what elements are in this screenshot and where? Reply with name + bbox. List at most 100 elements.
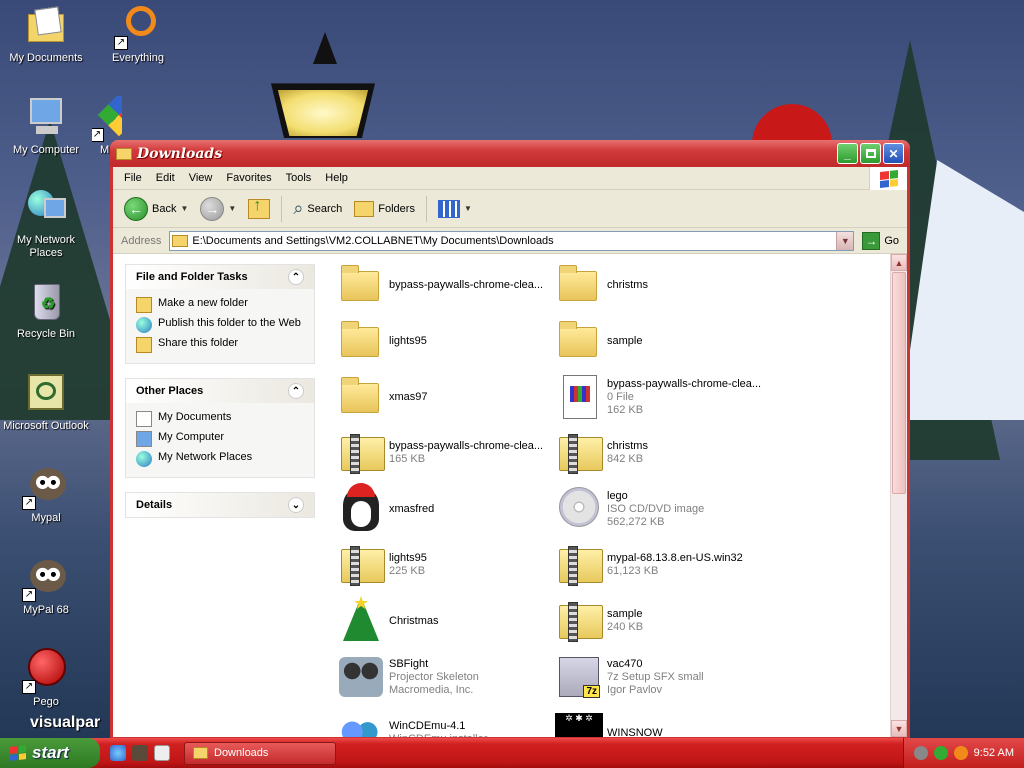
file-label: lego ISO CD/DVD image 562,272 KB [607,490,704,529]
file-name: christms [607,440,648,452]
chevron-down-icon: ▼ [840,235,850,246]
shortcut-arrow-icon: ↗ [114,36,128,50]
tray-app-icon[interactable] [913,746,928,760]
file-item[interactable]: bypass-paywalls-chrome-clea... 0 File 162 … [555,372,773,422]
file-item[interactable]: sample 240 KB [555,596,773,646]
place-my-computer[interactable]: My Computer [136,429,304,449]
desktop-icon-network-places[interactable]: My Network Places [0,186,92,260]
show-desktop-icon[interactable] [154,745,170,761]
task-share-folder[interactable]: Share this folder [136,335,304,355]
internet-explorer-icon[interactable] [110,745,126,761]
address-input[interactable]: E:\Documents and Settings\VM2.COLLABNET\… [169,230,855,251]
wallpaper-lamp-glass [277,90,369,136]
file-detail: 562,272 KB [607,515,665,528]
file-label: christms 842 KB [607,440,648,466]
menu-view[interactable]: View [182,172,220,184]
file-label: bypass-paywalls-chrome-clea... 165 KB [389,440,543,466]
windows-logo-icon [869,167,907,190]
file-folder-tasks-header[interactable]: File and Folder Tasks ⌃ [126,265,314,289]
menu-file[interactable]: File [117,172,149,184]
task-make-new-folder[interactable]: Make a new folder [136,295,304,315]
scroll-up-button[interactable]: ▲ [891,254,907,271]
desktop-icon-my-computer[interactable]: My Computer [0,96,92,157]
forward-button[interactable]: → ▼ [195,194,241,224]
desktop-icon-recycle-bin[interactable]: ♻ Recycle Bin [0,280,92,341]
file-name: bypass-paywalls-chrome-clea... [607,377,762,390]
close-button[interactable]: ✕ [883,143,904,164]
back-button[interactable]: ← Back ▼ [119,194,193,224]
desktop-icon-visualpar-label[interactable]: visualpar [30,714,110,732]
file-item[interactable]: bypass-paywalls-chrome-clea... 165 KB [337,428,555,478]
clock[interactable]: 9:52 AM [974,747,1014,759]
go-arrow-icon: → [862,231,881,250]
new-folder-icon [136,297,152,313]
unknown-app-icon: ↗ [92,96,122,142]
taskbar-button-downloads[interactable]: Downloads [184,741,336,765]
taskbar: start Downloads 9:52 AM [0,738,1024,768]
file-item[interactable]: lego ISO CD/DVD image 562,272 KB [555,484,773,534]
scroll-thumb[interactable] [892,272,906,494]
tray-network-icon[interactable] [933,746,948,760]
views-button[interactable]: ▼ [433,197,477,221]
search-button[interactable]: ⌕ Search [288,195,347,222]
menu-tools[interactable]: Tools [279,172,319,184]
file-item[interactable]: lights95 225 KB [337,540,555,590]
file-detail: Macromedia, Inc. [389,683,474,696]
details-panel: Details ⌄ [125,492,315,518]
file-item[interactable]: bypass-paywalls-chrome-clea... [337,260,555,310]
scroll-down-button[interactable]: ▼ [891,720,907,737]
folder-icon [555,317,603,365]
file-item[interactable]: ✲ ✱ ✲ WINSNOW [555,708,773,737]
vertical-scrollbar[interactable]: ▲ ▼ [890,254,907,737]
file-item[interactable]: mypal-68.13.8.en-US.win32 61,123 KB [555,540,773,590]
file-detail: 240 KB [607,621,644,633]
file-item[interactable]: sample [555,316,773,366]
menu-help[interactable]: Help [318,172,355,184]
title-bar[interactable]: Downloads _ ✕ [110,140,910,167]
file-name: SBFight [389,657,429,670]
file-item[interactable]: christms [555,260,773,310]
shortcut-arrow-icon: ↗ [22,496,36,510]
other-places-header[interactable]: Other Places ⌃ [126,379,314,403]
folders-button[interactable]: Folders [349,198,420,220]
folder-icon [116,147,132,160]
task-pane: File and Folder Tasks ⌃ Make a new folde… [113,254,327,737]
file-item[interactable]: lights95 [337,316,555,366]
maximize-button[interactable] [860,143,881,164]
file-item[interactable]: SBFight Projector Skeleton Macromedia, Inc… [337,652,555,702]
file-label: SBFight Projector Skeleton Macromedia, Inc… [389,658,479,697]
doc-icon [555,373,603,421]
file-item[interactable]: ★ Christmas [337,593,555,646]
address-dropdown-button[interactable]: ▼ [836,231,854,250]
file-item[interactable]: christms 842 KB [555,428,773,478]
desktop-icon-pego[interactable]: ↗ Pego [0,648,92,709]
toolbar-separator [281,195,283,222]
file-item[interactable]: WinCDEmu-4.1WinCDEmu installer [337,708,555,737]
desktop-icon-my-documents[interactable]: My Documents [0,4,92,65]
file-folder-tasks-panel: File and Folder Tasks ⌃ Make a new folde… [125,264,315,364]
file-item[interactable]: xmasfred [337,483,555,534]
cdemu-icon [337,709,385,737]
file-item[interactable]: xmas97 [337,372,555,422]
place-my-documents[interactable]: My Documents [136,409,304,429]
menu-edit[interactable]: Edit [149,172,182,184]
mypal-quicklaunch-icon[interactable] [132,745,148,761]
minimize-button[interactable]: _ [837,143,858,164]
go-button[interactable]: → Go [858,231,903,250]
desktop-icon-everything[interactable]: ↗ Everything [92,4,184,65]
file-item[interactable]: vac4707z Setup SFX smallIgor Pavlov [555,652,773,702]
place-network[interactable]: My Network Places [136,449,304,469]
up-folder-button[interactable]: ↑ [243,196,275,222]
tree-icon: ★ [337,593,385,645]
desktop-icon-outlook[interactable]: Microsoft Outlook [0,372,92,433]
file-name: bypass-paywalls-chrome-clea... [389,278,544,291]
task-publish-web[interactable]: Publish this folder to the Web [136,315,304,335]
desktop-icon-mypal[interactable]: ↗ Mypal [0,464,92,525]
collapse-up-icon: ⌃ [288,269,304,285]
desktop-icon-mypal68[interactable]: ↗ MyPal 68 [0,556,92,617]
folder-icon [337,373,385,421]
tray-everything-icon[interactable] [953,746,968,760]
start-button[interactable]: start [0,738,100,768]
menu-favorites[interactable]: Favorites [219,172,278,184]
details-header[interactable]: Details ⌄ [126,493,314,517]
